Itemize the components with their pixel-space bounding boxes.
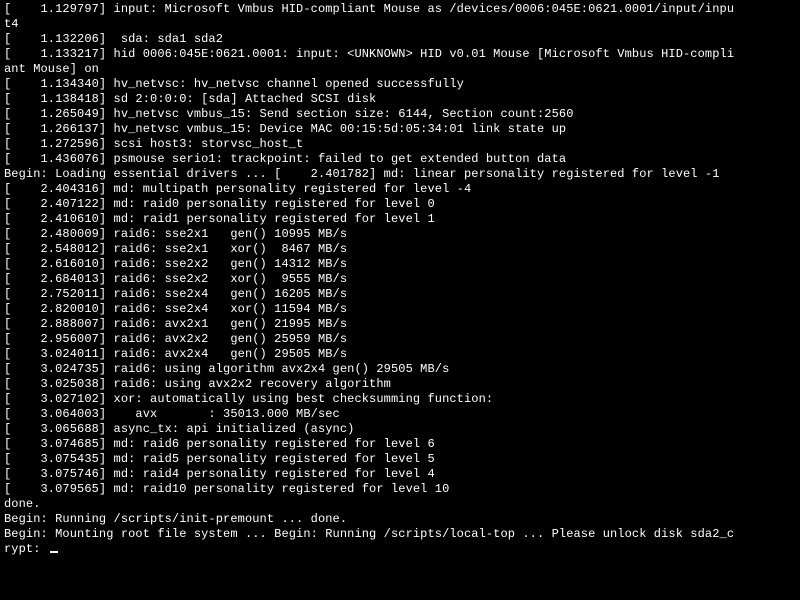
console-line: [ 2.616010] raid6: sse2x2 gen() 14312 MB…: [4, 257, 796, 272]
console-line: [ 2.684013] raid6: sse2x2 xor() 9555 MB/…: [4, 272, 796, 287]
console-line: Begin: Running /scripts/init-premount ..…: [4, 512, 796, 527]
console-line: [ 1.138418] sd 2:0:0:0: [sda] Attached S…: [4, 92, 796, 107]
console-line: [ 3.079565] md: raid10 personality regis…: [4, 482, 796, 497]
console-line: [ 2.404316] md: multipath personality re…: [4, 182, 796, 197]
console-line: t4: [4, 17, 796, 32]
console-line: [ 1.266137] hv_netvsc vmbus_15: Device M…: [4, 122, 796, 137]
console-line: [ 2.410610] md: raid1 personality regist…: [4, 212, 796, 227]
console-line: [ 3.075435] md: raid5 personality regist…: [4, 452, 796, 467]
console-line: [ 2.548012] raid6: sse2x1 xor() 8467 MB/…: [4, 242, 796, 257]
console-line: [ 1.265049] hv_netvsc vmbus_15: Send sec…: [4, 107, 796, 122]
console-line: [ 3.024011] raid6: avx2x4 gen() 29505 MB…: [4, 347, 796, 362]
console-line: [ 2.480009] raid6: sse2x1 gen() 10995 MB…: [4, 227, 796, 242]
console-line: [ 2.407122] md: raid0 personality regist…: [4, 197, 796, 212]
console-line: Begin: Mounting root file system ... Beg…: [4, 527, 796, 542]
console-line: [ 1.272596] scsi host3: storvsc_host_t: [4, 137, 796, 152]
console-line: [ 1.132206] sda: sda1 sda2: [4, 32, 796, 47]
console-line: done.: [4, 497, 796, 512]
cursor: [50, 551, 58, 553]
console-line: [ 1.133217] hid 0006:045E:0621.0001: inp…: [4, 47, 796, 62]
console-line: ant Mouse] on: [4, 62, 796, 77]
console-line: [ 3.027102] xor: automatically using bes…: [4, 392, 796, 407]
console-line: [ 2.888007] raid6: avx2x1 gen() 21995 MB…: [4, 317, 796, 332]
console-line: [ 1.134340] hv_netvsc: hv_netvsc channel…: [4, 77, 796, 92]
console-line: Begin: Loading essential drivers ... [ 2…: [4, 167, 796, 182]
console-line: [ 1.436076] psmouse serio1: trackpoint: …: [4, 152, 796, 167]
console-line: [ 3.065688] async_tx: api initialized (a…: [4, 422, 796, 437]
console-line: [ 3.074685] md: raid6 personality regist…: [4, 437, 796, 452]
console-line: [ 2.752011] raid6: sse2x4 gen() 16205 MB…: [4, 287, 796, 302]
console-line: [ 2.820010] raid6: sse2x4 xor() 11594 MB…: [4, 302, 796, 317]
console-line: [ 3.075746] md: raid4 personality regist…: [4, 467, 796, 482]
console-line: [ 2.956007] raid6: avx2x2 gen() 25959 MB…: [4, 332, 796, 347]
console-line: [ 1.129797] input: Microsoft Vmbus HID-c…: [4, 2, 796, 17]
console-line: [ 3.064003] avx : 35013.000 MB/sec: [4, 407, 796, 422]
console-line: [ 3.025038] raid6: using avx2x2 recovery…: [4, 377, 796, 392]
console-line: [ 3.024735] raid6: using algorithm avx2x…: [4, 362, 796, 377]
console-line: rypt:: [4, 542, 796, 557]
boot-console[interactable]: [ 1.129797] input: Microsoft Vmbus HID-c…: [0, 0, 800, 559]
